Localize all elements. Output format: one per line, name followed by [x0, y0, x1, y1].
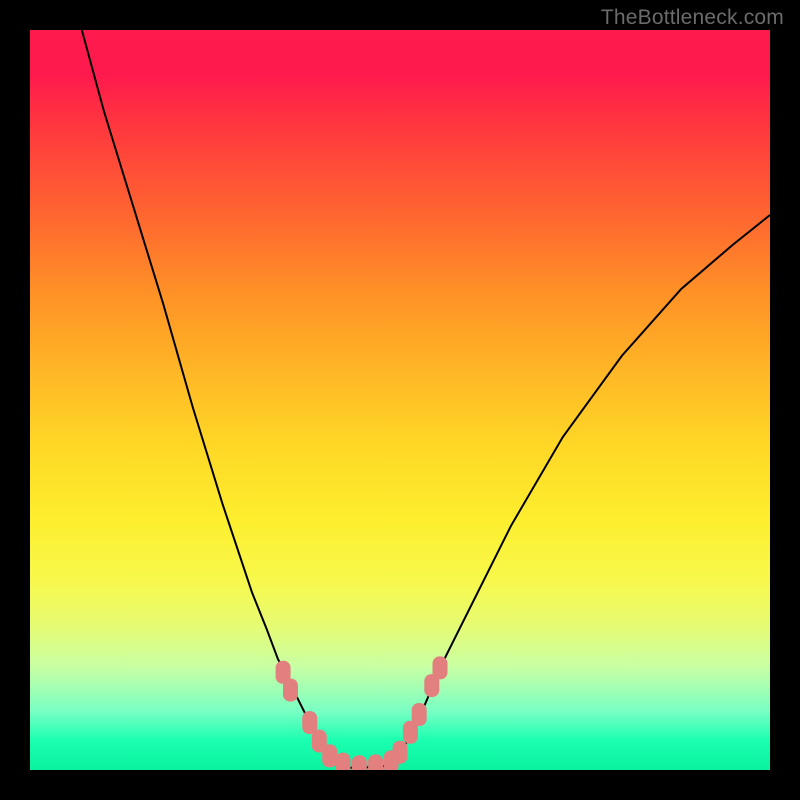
- watermark-text: TheBottleneck.com: [601, 6, 784, 30]
- marker-group: [276, 656, 448, 770]
- data-marker: [302, 711, 317, 734]
- curve-right: [389, 215, 770, 766]
- curve-left: [82, 30, 337, 766]
- data-marker: [433, 656, 448, 679]
- data-marker: [322, 744, 337, 767]
- chart-frame: TheBottleneck.com: [0, 0, 800, 800]
- data-marker: [393, 741, 408, 764]
- data-marker: [368, 754, 383, 770]
- chart-svg: [30, 30, 770, 770]
- data-marker: [352, 755, 367, 770]
- data-marker: [283, 679, 298, 702]
- data-marker: [412, 703, 427, 726]
- plot-area: [30, 30, 770, 770]
- data-marker: [336, 753, 351, 770]
